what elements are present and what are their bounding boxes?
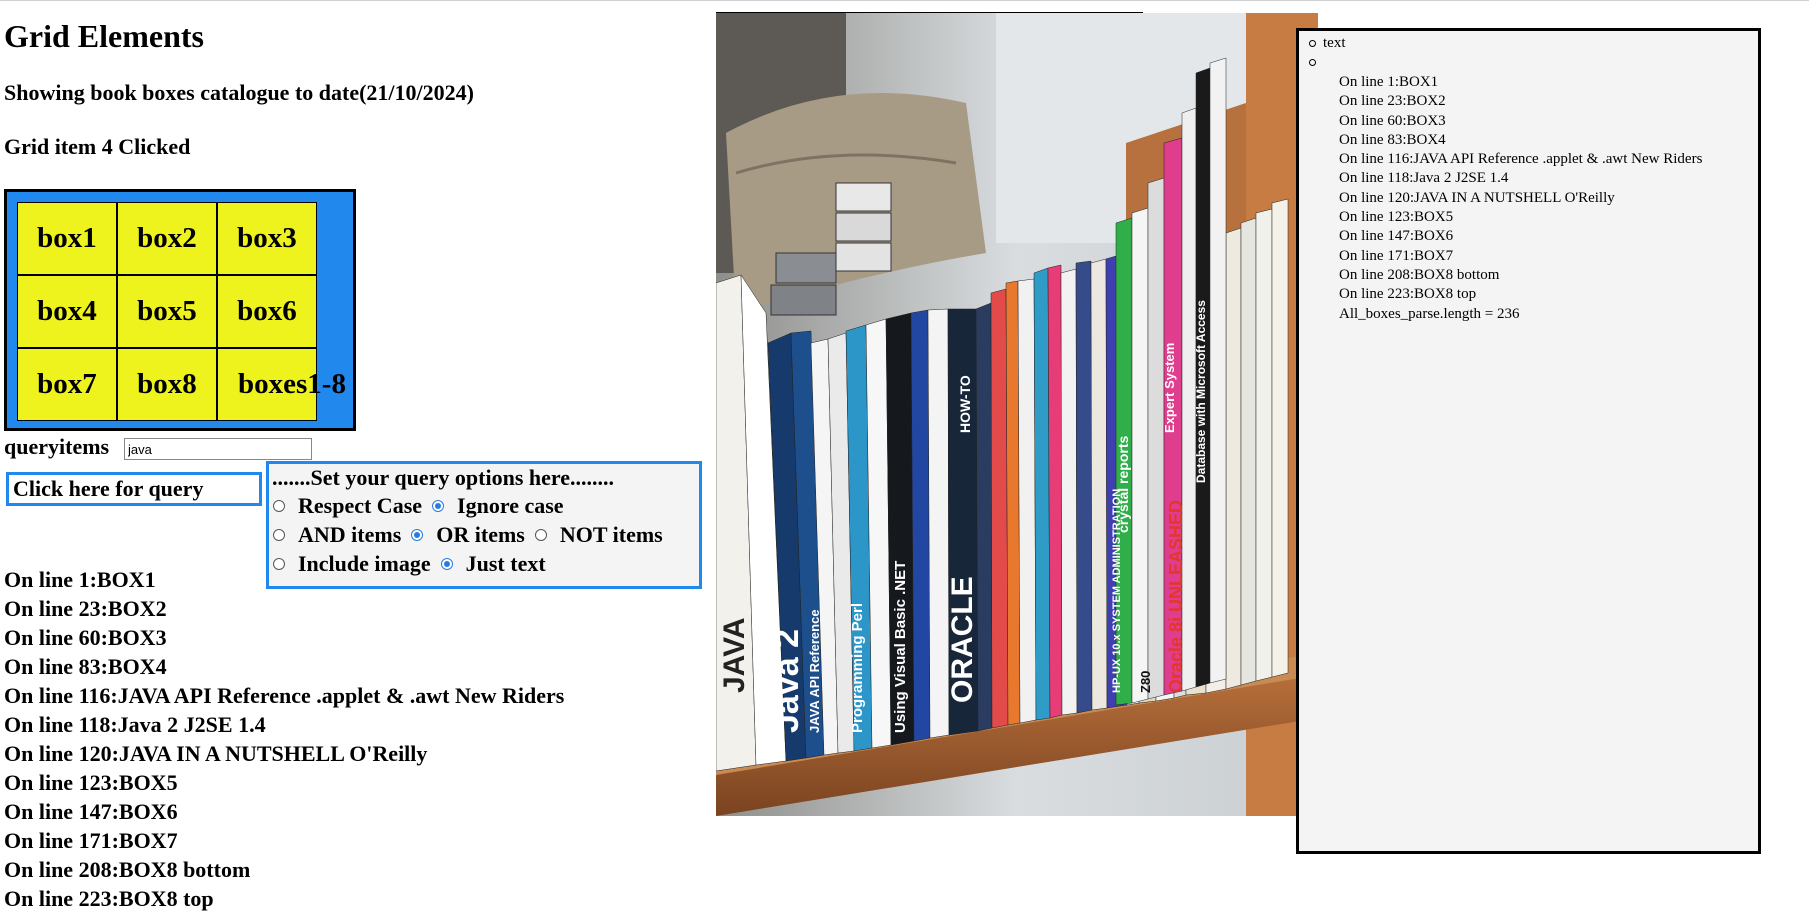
side-result-line: On line 147:BOX6	[1339, 228, 1454, 245]
query-results-list: On line 1:BOX1 On line 23:BOX2 On line 6…	[4, 565, 564, 913]
query-input[interactable]	[124, 438, 312, 460]
result-line: On line 208:BOX8 bottom	[4, 857, 251, 882]
side-bullet-list: text	[1309, 34, 1346, 72]
catalogue-subtitle: Showing book boxes catalogue to date(21/…	[4, 80, 474, 105]
result-line: On line 118:Java 2 J2SE 1.4	[4, 712, 266, 737]
side-result-line: On line 23:BOX2	[1339, 93, 1446, 110]
result-line: On line 83:BOX4	[4, 654, 167, 679]
bookshelf-photo: JAVA Java 2 JAVA API Reference Programmi…	[716, 13, 1318, 816]
side-result-line: On line 120:JAVA IN A NUTSHELL O'Reilly	[1339, 189, 1615, 206]
result-line: On line 171:BOX7	[4, 828, 178, 853]
spine-label: Expert System	[1162, 343, 1177, 433]
or-items-radio[interactable]	[411, 529, 424, 541]
result-line: On line 147:BOX6	[4, 799, 178, 824]
top-divider	[0, 0, 1809, 1]
and-items-label: AND items	[298, 522, 402, 547]
ignore-case-option[interactable]: Ignore case	[432, 493, 564, 519]
or-items-label: OR items	[436, 522, 525, 547]
result-line: On line 123:BOX5	[4, 770, 178, 795]
query-label: queryitems	[4, 434, 110, 459]
not-items-radio[interactable]	[534, 529, 547, 541]
grid-click-status: Grid item 4 Clicked	[4, 134, 191, 159]
side-result-line: On line 208:BOX8 bottom	[1339, 266, 1500, 283]
side-bullet-empty	[1309, 53, 1346, 72]
side-result-line: On line 223:BOX8 top	[1339, 286, 1477, 303]
grid-item-box6[interactable]: box6	[217, 275, 317, 348]
result-line: On line 223:BOX8 top	[4, 886, 214, 911]
and-items-radio[interactable]	[273, 529, 285, 541]
respect-case-option[interactable]: Respect Case	[273, 493, 422, 519]
spine-label: Java 2	[768, 629, 806, 733]
query-button[interactable]: Click here for query	[6, 472, 262, 506]
spine-label: JAVA	[718, 617, 751, 693]
side-results-list: On line 1:BOX1 On line 23:BOX2 On line 6…	[1339, 73, 1702, 324]
not-items-option[interactable]: NOT items	[534, 522, 663, 548]
side-result-line: On line 116:JAVA API Reference .applet &…	[1339, 151, 1703, 168]
logic-options-row: AND items OR items NOT items	[273, 522, 673, 548]
side-result-line: On line 171:BOX7	[1339, 247, 1454, 264]
or-items-option[interactable]: OR items	[411, 522, 525, 548]
result-line: On line 60:BOX3	[4, 625, 167, 650]
grid-item-box2[interactable]: box2	[117, 202, 217, 275]
side-result-line: On line 123:BOX5	[1339, 209, 1454, 226]
side-result-line: On line 118:Java 2 J2SE 1.4	[1339, 170, 1509, 187]
grid-item-box1[interactable]: box1	[17, 202, 117, 275]
spine-label: JAVA API Reference	[807, 609, 822, 733]
side-bullet-text: text	[1309, 35, 1346, 51]
not-items-label: NOT items	[559, 522, 663, 547]
spine-label: Z80	[1138, 671, 1153, 693]
bookshelf-illustration: JAVA Java 2 JAVA API Reference Programmi…	[716, 13, 1318, 816]
spine-label: ORACLE	[946, 576, 979, 703]
spine-label: Database with Microsoft Access	[1194, 300, 1208, 483]
spine-label: HOW-TO	[957, 375, 973, 433]
spine-label: Oracle 8i UNLEASHED	[1166, 500, 1186, 693]
grid-item-box8[interactable]: box8	[117, 348, 217, 421]
results-side-panel: text On line 1:BOX1 On line 23:BOX2 On l…	[1296, 28, 1761, 854]
grid-item-box4[interactable]: box4	[17, 275, 117, 348]
case-options-row: Respect Case Ignore case	[273, 493, 574, 519]
page-title: Grid Elements	[4, 18, 204, 54]
side-result-line: All_boxes_parse.length = 236	[1339, 305, 1520, 322]
grid-item-box5[interactable]: box5	[117, 275, 217, 348]
result-line: On line 1:BOX1	[4, 567, 156, 592]
grid-item-box3[interactable]: box3	[217, 202, 317, 275]
respect-case-label: Respect Case	[298, 493, 423, 518]
box-grid: box1 box2 box3 box4 box5 box6 box7 box8 …	[17, 202, 346, 421]
result-line: On line 116:JAVA API Reference .applet &…	[4, 683, 565, 708]
spine-label: Programming Perl	[849, 603, 866, 733]
grid-item-all-boxes[interactable]: boxes1-8	[217, 348, 346, 421]
and-items-option[interactable]: AND items	[273, 522, 401, 548]
grid-item-box7[interactable]: box7	[17, 348, 117, 421]
side-result-line: On line 83:BOX4	[1339, 131, 1446, 148]
side-result-line: On line 1:BOX1	[1339, 74, 1439, 90]
ignore-case-radio[interactable]	[432, 500, 445, 512]
spine-label: Using Visual Basic .NET	[892, 561, 909, 733]
result-line: On line 23:BOX2	[4, 596, 167, 621]
spine-label: crystal reports	[1115, 436, 1131, 533]
ignore-case-label: Ignore case	[457, 493, 564, 518]
side-result-line: On line 60:BOX3	[1339, 112, 1446, 129]
grid-container: box1 box2 box3 box4 box5 box6 box7 box8 …	[4, 189, 356, 431]
result-line: On line 120:JAVA IN A NUTSHELL O'Reilly	[4, 741, 428, 766]
query-options-title: .......Set your query options here......…	[272, 465, 615, 490]
respect-case-radio[interactable]	[273, 500, 285, 512]
